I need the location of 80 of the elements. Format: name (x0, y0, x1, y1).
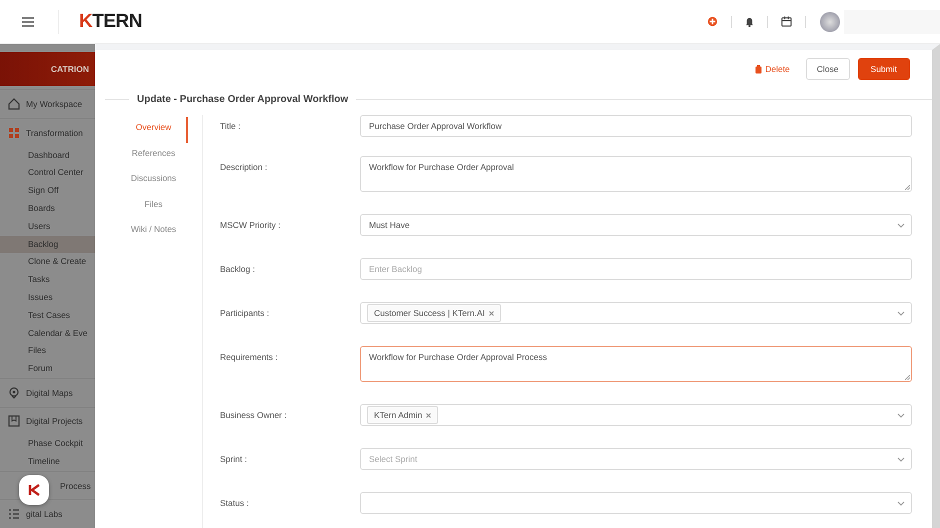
field-label: Status : (220, 497, 250, 508)
sidebar-item[interactable]: Digital Projects (26, 416, 83, 426)
sidebar-item[interactable]: Issues (0, 289, 95, 307)
field-value: Must Have (369, 220, 410, 230)
form-title: Update - Purchase Order Approval Workflow (137, 94, 348, 105)
remove-icon[interactable] (426, 413, 432, 418)
multi-select-field[interactable]: Customer Success | KTern.AI (360, 302, 912, 324)
multi-select-field[interactable]: KTern Admin (360, 404, 912, 426)
caret-icon (897, 413, 905, 418)
bell-icon[interactable] (745, 16, 754, 27)
sidebar-item[interactable]: Transformation (26, 128, 83, 138)
logo: KTERN (58, 10, 142, 34)
project-icon (8, 415, 20, 428)
sidebar-item[interactable]: Phase Cockpit (0, 435, 95, 454)
dropdown-field[interactable] (360, 492, 912, 514)
map-pin-icon (8, 386, 20, 399)
sidebar-item[interactable]: Digital Maps (26, 388, 73, 398)
submit-button[interactable]: Submit (858, 58, 910, 80)
section-tab[interactable]: Wiki / Notes (130, 219, 176, 244)
home-icon (8, 98, 20, 110)
field-value: Workflow for Purchase Order Approval Process (369, 352, 547, 362)
caret-icon (897, 457, 905, 462)
list-icon (8, 508, 20, 520)
section-tab[interactable]: Overview (136, 117, 172, 142)
field-value: Workflow for Purchase Order Approval (369, 162, 514, 172)
field-label: Business Owner : (220, 409, 288, 420)
sidebar-item[interactable]: Control Center (0, 164, 95, 182)
caret-icon (897, 223, 905, 228)
field-placeholder: Select Sprint (369, 454, 418, 464)
field-label: Participants : (220, 307, 270, 318)
field-label: Requirements : (220, 351, 279, 362)
field-label: Description : (220, 161, 268, 172)
sidebar-item[interactable]: Test Cases (0, 306, 95, 325)
delete-button[interactable]: Delete (755, 64, 798, 74)
resize-grip-icon (905, 185, 910, 190)
sidebar-item[interactable]: Timeline (0, 453, 95, 471)
field-label: Title : (220, 120, 242, 131)
dropdown-field[interactable]: Select Sprint (360, 448, 912, 470)
resize-grip-icon (905, 375, 910, 380)
section-tab[interactable]: Files (144, 194, 162, 219)
sidebar-item[interactable]: Clone & Create (0, 253, 95, 272)
sidebar-item[interactable]: Sign Off (0, 182, 95, 200)
selected-tag: Customer Success | KTern.AI (367, 304, 501, 322)
sidebar-item[interactable]: Calendar & Eve (0, 324, 95, 342)
caret-icon (897, 501, 905, 506)
trash-icon (755, 64, 762, 74)
remove-icon[interactable] (488, 311, 494, 316)
field-label: Backlog : (220, 263, 256, 274)
field-label: Sprint : (220, 453, 248, 464)
menu-icon[interactable] (22, 16, 34, 26)
sidebar-item[interactable]: Dashboard (0, 146, 95, 164)
close-button[interactable]: Close (806, 58, 850, 80)
text-area[interactable]: Workflow for Purchase Order Approval Process (360, 346, 912, 382)
dropdown-field[interactable]: Must Have (360, 214, 912, 236)
sidebar-item[interactable]: Tasks (0, 271, 95, 290)
section-tab[interactable]: Discussions (130, 168, 176, 194)
text-field[interactable]: Enter Backlog (360, 258, 912, 280)
text-field[interactable]: Purchase Order Approval Workflow (360, 115, 912, 137)
assistant-button[interactable] (19, 475, 49, 505)
sidebar-item[interactable]: Boards (0, 200, 95, 218)
org-banner: CATRION (0, 52, 95, 86)
caret-icon (897, 311, 905, 316)
field-placeholder: Enter Backlog (369, 264, 422, 274)
sidebar-item[interactable]: Users (0, 218, 95, 236)
field-label: MSCW Priority : (220, 219, 282, 230)
sidebar-item[interactable]: My Workspace (26, 99, 82, 110)
sidebar-item[interactable]: gital Labs (26, 509, 62, 520)
add-icon[interactable] (707, 16, 718, 27)
grid-icon (8, 126, 20, 139)
sidebar-item[interactable]: Forum (0, 360, 95, 378)
avatar[interactable] (820, 12, 840, 32)
sidebar-item[interactable]: Process (60, 480, 91, 491)
section-tab[interactable]: References (132, 142, 176, 168)
text-area[interactable]: Workflow for Purchase Order Approval (360, 156, 912, 192)
chevron-logo-icon (28, 484, 40, 496)
calendar-icon[interactable] (781, 16, 792, 27)
sidebar-item[interactable]: Backlog (0, 236, 95, 254)
sidebar-item[interactable]: Files (0, 342, 95, 360)
selected-tag: KTern Admin (367, 406, 438, 424)
field-value: Purchase Order Approval Workflow (369, 121, 502, 131)
